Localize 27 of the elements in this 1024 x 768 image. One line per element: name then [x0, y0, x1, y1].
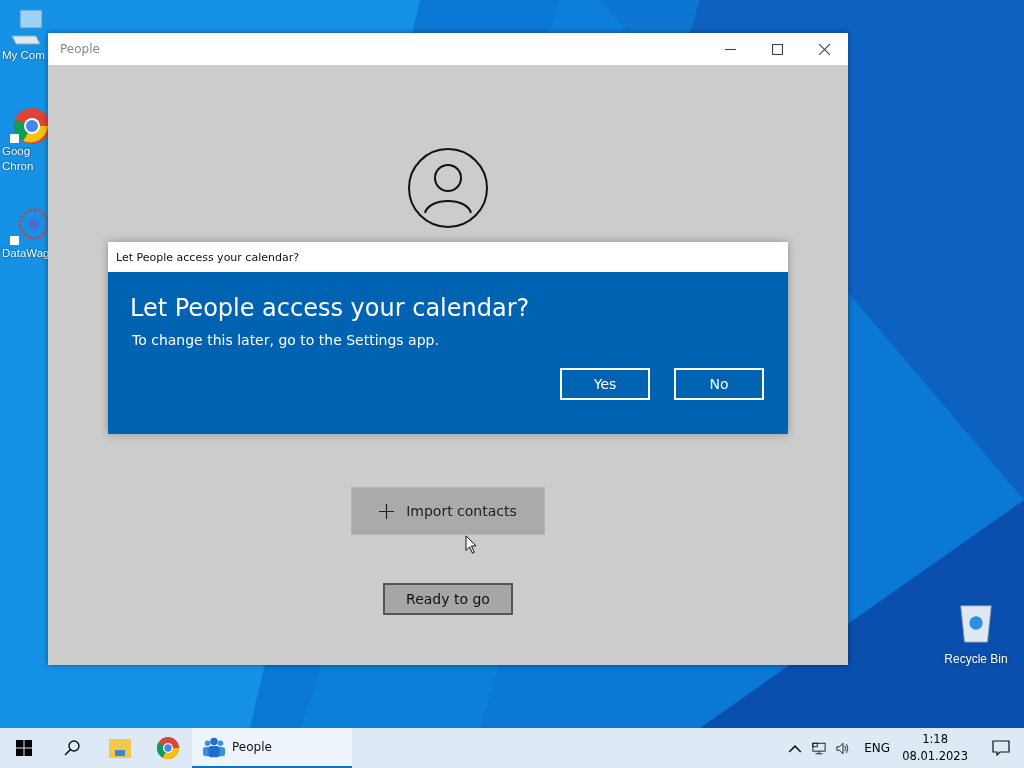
people-icon — [202, 736, 226, 758]
close-icon[interactable] — [819, 43, 830, 55]
recycle-bin-icon[interactable] — [957, 602, 995, 644]
clock[interactable]: 1:18 08.01.2023 — [902, 731, 968, 765]
search-icon — [64, 740, 80, 756]
taskbar-button[interactable]: People — [192, 728, 352, 768]
dialog-title: Let People access your calendar? — [116, 250, 299, 264]
window-title: People — [60, 42, 101, 56]
speaker-icon[interactable] — [836, 741, 851, 755]
language-indicator[interactable]: ENG — [864, 741, 891, 755]
notifications-icon[interactable] — [992, 740, 1010, 756]
folder-icon — [108, 737, 132, 759]
plus-icon — [379, 503, 395, 519]
maximize-icon[interactable] — [772, 43, 783, 55]
network-icon[interactable] — [812, 741, 827, 755]
no-button[interactable]: No — [674, 368, 764, 400]
yes-button[interactable]: Yes — [560, 368, 650, 400]
import-contacts-button[interactable]: Import contacts — [351, 487, 545, 535]
dialog-heading: Let People access your calendar? — [130, 294, 531, 322]
dialog-message: To change this later, go to the Settings app. — [132, 332, 440, 348]
chrome-icon — [156, 737, 180, 759]
ready-to-go-button[interactable]: Ready to go — [383, 583, 513, 615]
cursor-icon — [465, 535, 478, 555]
desktop-icon-label[interactable]: Recycle Bin — [944, 652, 1008, 666]
network-icon[interactable] — [8, 206, 48, 246]
windows-icon — [16, 740, 32, 756]
person-icon — [407, 147, 489, 229]
